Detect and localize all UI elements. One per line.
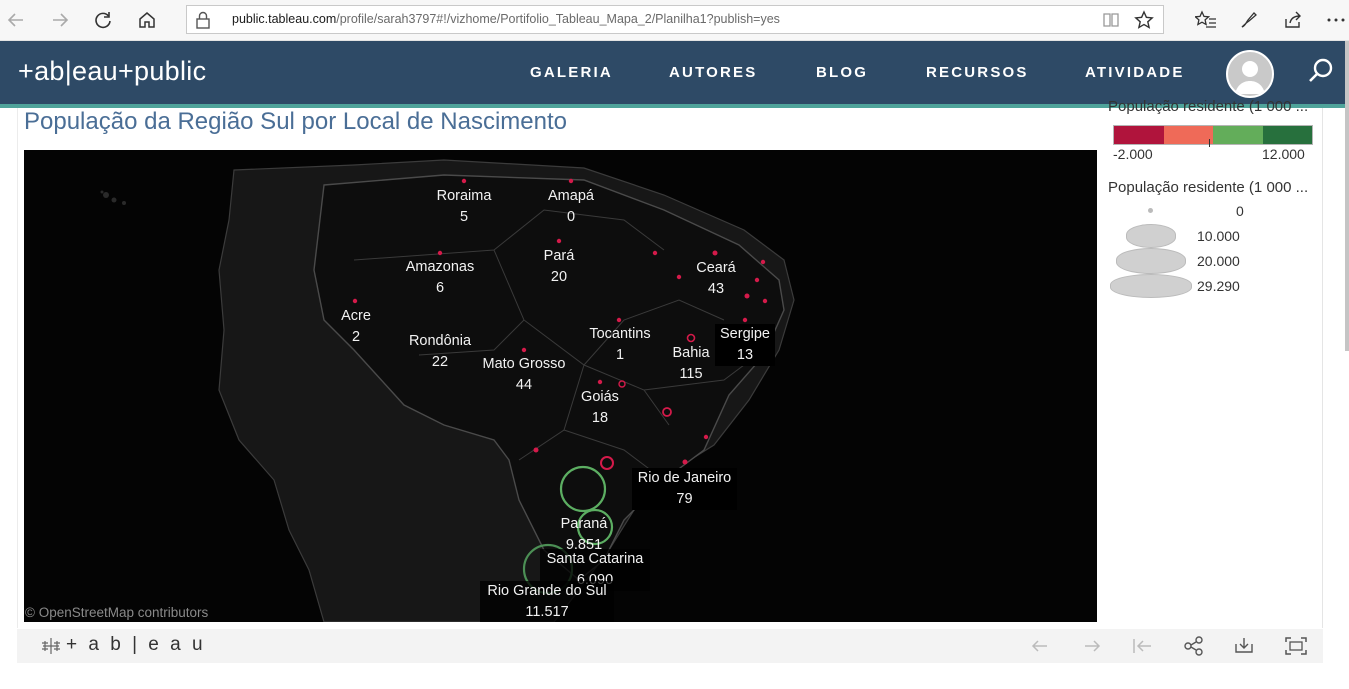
- label-rio-grande-do-sul: Rio Grande do Sul 11.517: [480, 581, 614, 622]
- size-legend-marker-3: [1110, 274, 1192, 298]
- label-roraima: Roraima 5: [436, 188, 492, 225]
- label-acre: Acre 2: [341, 308, 371, 345]
- size-legend-value-1: 10.000: [1197, 228, 1240, 244]
- size-legend-marker-0: [1148, 208, 1153, 213]
- label-amapa: Amapá 0: [548, 188, 594, 225]
- label-sergipe: Sergipe 13: [715, 324, 775, 366]
- size-legend-marker-1: [1126, 224, 1176, 248]
- favorites-list-icon[interactable]: [1194, 8, 1218, 32]
- size-legend-title: População residente (1 000 ...: [1108, 179, 1309, 196]
- label-para: Pará 20: [543, 248, 575, 285]
- forward-icon[interactable]: [48, 8, 72, 32]
- redo-icon[interactable]: [1081, 636, 1105, 656]
- label-tocantins: Tocantins 1: [589, 326, 651, 363]
- browser-toolbar: public.tableau.com/profile/sarah3797#!/v…: [0, 0, 1349, 41]
- revert-icon[interactable]: [1131, 636, 1155, 656]
- viz-border: [1322, 108, 1323, 628]
- nav-galeria[interactable]: GALERIA: [530, 64, 613, 81]
- label-goias: Goiás 18: [581, 389, 619, 426]
- share-icon[interactable]: [1183, 636, 1207, 656]
- fullscreen-icon[interactable]: [1284, 636, 1308, 656]
- label-rondonia: Rondônia 22: [408, 333, 472, 370]
- back-icon[interactable]: [4, 8, 28, 32]
- viz-border-left: [17, 108, 18, 628]
- nav-autores[interactable]: AUTORES: [669, 64, 757, 81]
- download-icon[interactable]: [1233, 636, 1257, 656]
- undo-icon[interactable]: [1029, 636, 1053, 656]
- tableau-public-logo[interactable]: +ab|eau+public: [18, 56, 206, 87]
- nav-recursos[interactable]: RECURSOS: [926, 64, 1029, 81]
- map-view[interactable]: Roraima 5 Amapá 0 Amazonas 6 Pará 20 Ceará 43…: [24, 150, 1097, 622]
- pen-icon[interactable]: [1237, 8, 1261, 32]
- size-legend-value-0: 0: [1236, 203, 1244, 219]
- color-legend-min: -2.000: [1113, 146, 1153, 162]
- share-icon[interactable]: [1281, 8, 1305, 32]
- tableau-mark-icon: [40, 637, 62, 659]
- label-mato-grosso: Mato Grosso 44: [482, 356, 566, 393]
- nav-atividade[interactable]: ATIVIDADE: [1085, 64, 1185, 81]
- viz-toolbar: [17, 629, 1323, 663]
- more-icon[interactable]: [1324, 8, 1348, 32]
- color-legend-max: 12.000: [1262, 146, 1305, 162]
- lock-icon: [195, 11, 211, 33]
- label-rio-de-janeiro: Rio de Janeiro 79: [632, 468, 737, 510]
- avatar[interactable]: [1226, 50, 1274, 98]
- size-legend-marker-2: [1116, 248, 1186, 274]
- map-attribution[interactable]: © OpenStreetMap contributors: [25, 605, 208, 620]
- search-icon[interactable]: [1306, 56, 1336, 90]
- tableau-footer-logo[interactable]: + a b | e a u: [66, 634, 206, 656]
- refresh-icon[interactable]: [91, 8, 115, 32]
- favorite-star-icon[interactable]: [1134, 10, 1154, 34]
- home-icon[interactable]: [135, 8, 159, 32]
- color-legend-title: População residente (1 000 ...: [1108, 98, 1309, 115]
- address-bar[interactable]: public.tableau.com/profile/sarah3797#!/v…: [186, 5, 1164, 34]
- label-bahia: Bahia 115: [672, 345, 710, 382]
- viz-title: População da Região Sul por Local de Nas…: [24, 108, 568, 135]
- reading-view-icon[interactable]: [1102, 11, 1120, 33]
- color-legend-bar[interactable]: [1113, 125, 1313, 145]
- size-legend-value-3: 29.290: [1197, 278, 1240, 294]
- url-text: public.tableau.com/profile/sarah3797#!/v…: [232, 12, 780, 26]
- nav-blog[interactable]: BLOG: [816, 64, 868, 81]
- page-scrollbar[interactable]: [1345, 41, 1349, 351]
- color-legend-zero-tick: [1209, 139, 1210, 147]
- label-ceara: Ceará 43: [696, 260, 736, 297]
- label-amazonas: Amazonas 6: [405, 259, 475, 296]
- size-legend-value-2: 20.000: [1197, 253, 1240, 269]
